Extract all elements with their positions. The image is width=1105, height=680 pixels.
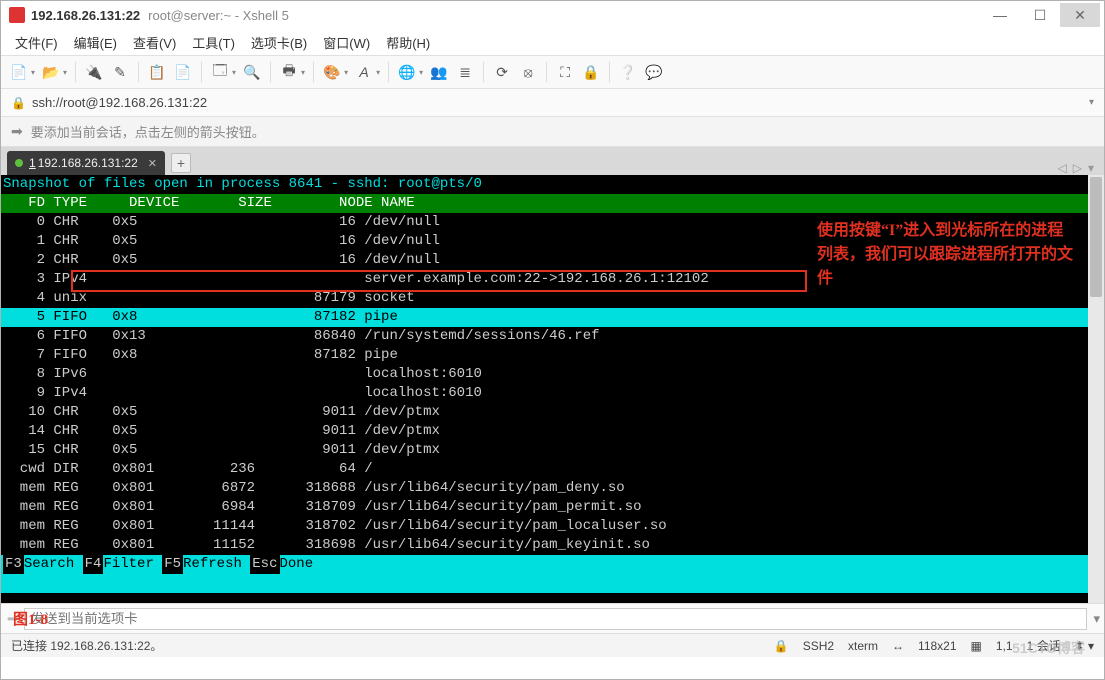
add-tab-button[interactable]: + (171, 153, 191, 173)
menu-tools[interactable]: 工具(T) (186, 30, 241, 55)
footer-action[interactable]: Search (24, 555, 83, 574)
status-sessions: 1 会话 (1027, 637, 1061, 654)
terminal-row: mem REG 0x801 6984 318709 /usr/lib64/sec… (1, 498, 1104, 517)
terminal[interactable]: Snapshot of files open in process 8641 -… (1, 175, 1104, 603)
figure-label: 图1-8 (13, 608, 48, 629)
status-bar: 已连接 192.168.26.131:22。 🔒 SSH2 xterm ↔ 11… (1, 633, 1104, 657)
menu-file[interactable]: 文件(F) (9, 30, 64, 55)
footer-key: F3 (3, 555, 24, 574)
refresh-icon[interactable]: ⟳ (490, 60, 514, 84)
status-nav-icon[interactable]: ⬍ ▾ (1075, 639, 1094, 653)
terminal-row: 7 FIFO 0x8 87182 pipe (1, 346, 1104, 365)
print-icon[interactable]: 🖶 (277, 60, 301, 84)
status-connection: 已连接 192.168.26.131:22。 (11, 637, 162, 654)
tab-prev-icon[interactable]: ◁ (1058, 161, 1067, 175)
terminal-row: 6 FIFO 0x13 86840 /run/systemd/sessions/… (1, 327, 1104, 346)
hint-text: 要添加当前会话，点击左侧的箭头按钮。 (31, 122, 265, 141)
footer-action[interactable]: Done (280, 555, 322, 574)
tab-next-icon[interactable]: ▷ (1073, 161, 1082, 175)
terminal-row: 9 IPv4 localhost:6010 (1, 384, 1104, 403)
search-icon[interactable]: 🔍 (240, 60, 264, 84)
new-session-icon[interactable]: 📄 (7, 60, 31, 84)
fullscreen-icon[interactable]: ⛶ (553, 60, 577, 84)
app-logo-icon (9, 7, 25, 23)
terminal-row: 10 CHR 0x5 9011 /dev/ptmx (1, 403, 1104, 422)
session-tab[interactable]: 1 192.168.26.131:22 ✕ (7, 151, 165, 175)
terminal-pad-row (1, 574, 1104, 593)
footer-action[interactable]: Refresh (183, 555, 250, 574)
send-menu-icon[interactable]: ▾ (1093, 611, 1100, 627)
address-bar[interactable]: 🔒 ssh://root@192.168.26.131:22 ▾ (1, 89, 1104, 117)
tab-index: 1 (29, 156, 36, 170)
tab-status-icon (15, 159, 23, 167)
properties-icon[interactable]: 🗔 (208, 60, 232, 84)
disconnect-icon[interactable]: ✎ (108, 60, 132, 84)
tab-menu-icon[interactable]: ▾ (1088, 161, 1094, 175)
hint-bar: ➡ 要添加当前会话，点击左侧的箭头按钮。 (1, 117, 1104, 147)
tab-bar: 1 192.168.26.131:22 ✕ + ◁ ▷ ▾ (1, 147, 1104, 175)
status-lock-icon: 🔒 (774, 639, 789, 653)
status-grid-icon: ▦ (971, 639, 982, 653)
footer-key: F4 (83, 555, 104, 574)
terminal-row: mem REG 0x801 11144 318702 /usr/lib64/se… (1, 517, 1104, 536)
close-button[interactable]: ✕ (1060, 3, 1100, 27)
footer-key: F5 (162, 555, 183, 574)
color-icon[interactable]: 🎨 (320, 60, 344, 84)
terminal-footer: F3Search F4Filter F5Refresh EscDone (1, 555, 1104, 574)
status-ssh: SSH2 (803, 639, 834, 653)
lock-session-icon[interactable]: 🔒 (579, 60, 603, 84)
stop-icon[interactable]: ⦻ (516, 60, 540, 84)
chat-icon[interactable]: 💬 (642, 60, 666, 84)
title-address: 192.168.26.131:22 (31, 8, 140, 23)
send-input[interactable] (24, 608, 1088, 630)
address-text: ssh://root@192.168.26.131:22 (32, 95, 207, 110)
menubar: 文件(F) 编辑(E) 查看(V) 工具(T) 选项卡(B) 窗口(W) 帮助(… (1, 29, 1104, 55)
menu-view[interactable]: 查看(V) (127, 30, 182, 55)
status-term: xterm (848, 639, 878, 653)
menu-tab[interactable]: 选项卡(B) (245, 30, 313, 55)
menu-edit[interactable]: 编辑(E) (68, 30, 123, 55)
tab-label: 192.168.26.131:22 (38, 156, 138, 170)
globe-icon[interactable]: 🌐 (395, 60, 419, 84)
toolbar: 📄▾ 📂▾ 🔌 ✎ 📋 📄 🗔▾ 🔍 🖶▾ 🎨▾ A▾ 🌐▾ 👥 ≣ ⟳ ⦻ ⛶… (1, 55, 1104, 89)
copy-icon[interactable]: 📋 (145, 60, 169, 84)
terminal-row: 14 CHR 0x5 9011 /dev/ptmx (1, 422, 1104, 441)
terminal-row: 15 CHR 0x5 9011 /dev/ptmx (1, 441, 1104, 460)
send-bar: 图1-8 ➡ ▾ (1, 603, 1104, 633)
terminal-header-row: FD TYPE DEVICE SIZE NODE NAME (1, 194, 1104, 213)
titlebar: 192.168.26.131:22 root@server:~ - Xshell… (1, 1, 1104, 29)
footer-key: Esc (250, 555, 279, 574)
address-dropdown-icon[interactable]: ▾ (1089, 97, 1094, 108)
terminal-row: mem REG 0x801 11152 318698 /usr/lib64/se… (1, 536, 1104, 555)
users-icon[interactable]: 👥 (427, 60, 451, 84)
terminal-snapshot-line: Snapshot of files open in process 8641 -… (1, 175, 1104, 194)
help-icon[interactable]: ❔ (616, 60, 640, 84)
menu-help[interactable]: 帮助(H) (380, 30, 436, 55)
font-icon[interactable]: A (352, 60, 376, 84)
add-session-arrow-icon[interactable]: ➡ (11, 123, 23, 140)
open-session-icon[interactable]: 📂 (39, 60, 63, 84)
terminal-row: 8 IPv6 localhost:6010 (1, 365, 1104, 384)
annotation-text: 使用按键“I”进入到光标所在的进程列表，我们可以跟踪进程所打开的文件 (817, 219, 1073, 291)
status-size-icon: ↔ (892, 639, 904, 653)
terminal-row: 4 unix 87179 socket (1, 289, 1104, 308)
terminal-scrollbar[interactable] (1088, 175, 1104, 603)
terminal-row: cwd DIR 0x801 236 64 / (1, 460, 1104, 479)
reconnect-icon[interactable]: 🔌 (82, 60, 106, 84)
minimize-button[interactable]: — (980, 3, 1020, 27)
columns-icon[interactable]: ≣ (453, 60, 477, 84)
terminal-row: 5 FIFO 0x8 87182 pipe (1, 308, 1104, 327)
tab-close-icon[interactable]: ✕ (148, 157, 157, 170)
paste-icon[interactable]: 📄 (171, 60, 195, 84)
terminal-row: mem REG 0x801 6872 318688 /usr/lib64/sec… (1, 479, 1104, 498)
status-size: 118x21 (918, 639, 956, 653)
window-title: root@server:~ - Xshell 5 (148, 8, 289, 23)
status-pos: 1,1 (996, 639, 1013, 653)
lock-icon: 🔒 (11, 96, 26, 110)
maximize-button[interactable]: ☐ (1020, 3, 1060, 27)
scrollbar-thumb[interactable] (1090, 177, 1102, 297)
menu-window[interactable]: 窗口(W) (317, 30, 376, 55)
footer-action[interactable]: Filter (103, 555, 162, 574)
